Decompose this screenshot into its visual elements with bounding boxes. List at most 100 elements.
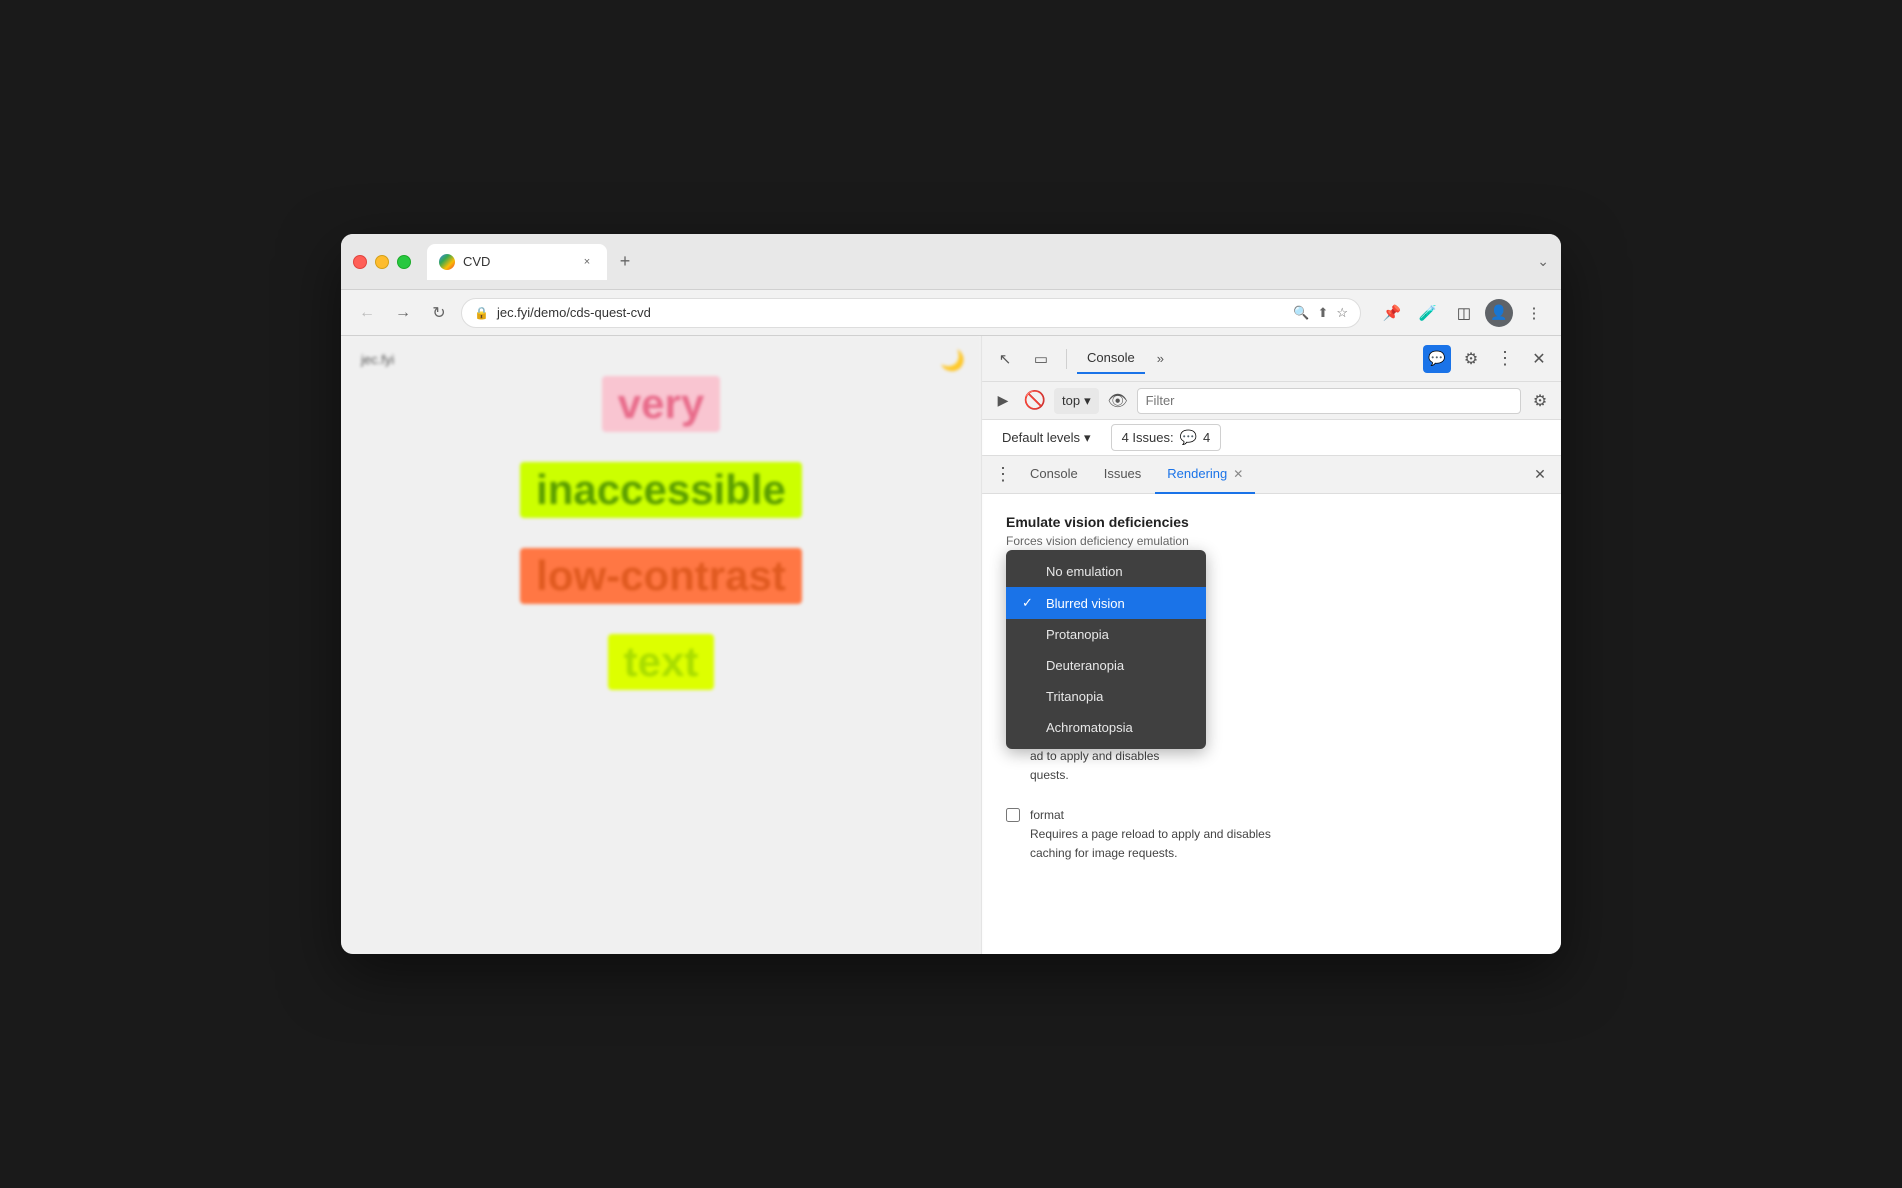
lab-icon[interactable]: 🧪 [1413,298,1443,328]
content-area: jec.fyi 🌙 very inaccessible low-contrast… [341,336,1561,954]
tritanopia-label: Tritanopia [1046,689,1103,704]
dropdown-item-blurred-vision[interactable]: ✓ Blurred vision [1006,587,1206,619]
tab-console-label: Console [1030,466,1078,481]
checkbox-2-desc: Requires a page reload to apply and disa… [1030,827,1271,860]
tab-issues[interactable]: Issues [1092,456,1154,494]
word-low-contrast: low-contrast [520,548,802,604]
checkbox-2[interactable] [1006,808,1020,822]
maximize-button[interactable] [397,255,411,269]
section-title: Emulate vision deficiencies [1006,514,1537,530]
more-tabs-button[interactable]: » [1151,351,1170,366]
tab-favicon [439,254,455,270]
tab-rendering-label: Rendering [1167,466,1227,481]
lock-icon: 🔒 [474,306,489,320]
issues-message-icon: 💬 [1180,429,1197,446]
tab-close-button[interactable]: × [579,254,595,270]
devtools-panel: ↖ ▭ Console » 💬 ⚙ ⋮ ✕ ▶ 🚫 top ▾ 👁 [981,336,1561,954]
checkbox-row-2: format Requires a page reload to apply a… [1006,806,1537,864]
context-label: top [1062,393,1080,408]
devtools-topbar: ↖ ▭ Console » 💬 ⚙ ⋮ ✕ [982,336,1561,382]
dropdown-item-deuteranopia[interactable]: Deuteranopia [1006,650,1206,681]
traffic-lights [353,255,411,269]
share-icon[interactable]: ⬆ [1317,305,1328,321]
browser-window: CVD × + ⌄ ← → ↻ 🔒 jec.fyi/demo/cds-quest… [341,234,1561,954]
forward-button[interactable]: → [389,299,417,327]
devtools-settings-icon[interactable]: ⚙ [1457,345,1485,373]
devtools-panel-close-icon[interactable]: ✕ [1527,462,1553,488]
no-emulation-label: No emulation [1046,564,1123,579]
devtools-close-icon[interactable]: ✕ [1525,345,1553,373]
search-icon[interactable]: 🔍 [1293,305,1309,321]
default-levels-button[interactable]: Default levels ▾ [994,426,1099,450]
word-text: text [608,634,715,690]
clear-button[interactable]: 🚫 [1022,388,1048,414]
browser-toolbar: 📌 🧪 ◫ 👤 ⋮ [1377,298,1549,328]
new-tab-button[interactable]: + [611,248,639,276]
context-arrow-icon: ▾ [1084,393,1091,409]
tab-issues-label: Issues [1104,466,1142,481]
device-toggle-icon[interactable]: ▭ [1026,344,1056,374]
split-icon[interactable]: ◫ [1449,298,1479,328]
console-main-tab[interactable]: Console [1077,344,1145,374]
separator [1066,349,1067,369]
execute-button[interactable]: ▶ [990,388,1016,414]
address-bar: ← → ↻ 🔒 jec.fyi/demo/cds-quest-cvd 🔍 ⬆ ☆… [341,290,1561,336]
live-expression-icon[interactable]: 👁 [1105,388,1131,414]
achromatopsia-label: Achromatopsia [1046,720,1133,735]
protanopia-label: Protanopia [1046,627,1109,642]
tab-menu-icon[interactable]: ⋮ [990,462,1016,488]
message-count-icon[interactable]: 💬 [1423,345,1451,373]
tab-rendering-close-icon[interactable]: ✕ [1233,467,1243,481]
extensions-icon[interactable]: 📌 [1377,298,1407,328]
dropdown-item-no-emulation[interactable]: No emulation [1006,556,1206,587]
site-label: jec.fyi [361,352,394,367]
context-selector[interactable]: top ▾ [1054,388,1099,414]
close-button[interactable] [353,255,367,269]
section-subtitle: Forces vision deficiency emulation [1006,534,1537,548]
title-bar-right: ⌄ [1537,253,1549,270]
refresh-button[interactable]: ↻ [425,299,453,327]
console-filter-input[interactable] [1137,388,1521,414]
word-inaccessible: inaccessible [520,462,802,518]
dropdown-item-achromatopsia[interactable]: Achromatopsia [1006,712,1206,743]
devtools-tabs-row: ⋮ Console Issues Rendering ✕ ✕ [982,456,1561,494]
devtools-levels-bar: Default levels ▾ 4 Issues: 💬 4 [982,420,1561,456]
default-levels-label: Default levels [1002,430,1080,445]
address-input[interactable]: 🔒 jec.fyi/demo/cds-quest-cvd 🔍 ⬆ ☆ [461,298,1361,328]
browser-tab[interactable]: CVD × [427,244,607,280]
back-button[interactable]: ← [353,299,381,327]
tab-title: CVD [463,254,490,269]
blurred-vision-check: ✓ [1022,595,1038,611]
console-settings-icon[interactable]: ⚙ [1527,388,1553,414]
deuteranopia-label: Deuteranopia [1046,658,1124,673]
checkbox-2-label: format [1030,808,1064,822]
title-bar: CVD × + ⌄ [341,234,1561,290]
tab-rendering[interactable]: Rendering ✕ [1155,456,1255,494]
theme-toggle[interactable]: 🌙 [940,348,965,373]
checkbox-2-text: format Requires a page reload to apply a… [1030,806,1271,864]
issues-count: 4 [1203,430,1210,445]
issues-badge[interactable]: 4 Issues: 💬 4 [1111,424,1222,451]
checkbox-1-desc: ad to apply and disablesquests. [1030,749,1159,782]
tab-console[interactable]: Console [1018,456,1090,494]
devtools-console-toolbar: ▶ 🚫 top ▾ 👁 ⚙ [982,382,1561,420]
issues-label: 4 Issues: [1122,430,1174,445]
emulation-dropdown: No emulation ✓ Blurred vision Protanopia… [1006,550,1206,749]
url-text: jec.fyi/demo/cds-quest-cvd [497,305,1285,320]
chevron-down-icon[interactable]: ⌄ [1537,253,1549,270]
more-options-icon[interactable]: ⋮ [1519,298,1549,328]
word-very: very [602,376,720,432]
devtools-more-icon[interactable]: ⋮ [1491,345,1519,373]
bookmark-icon[interactable]: ☆ [1336,305,1348,321]
dropdown-item-protanopia[interactable]: Protanopia [1006,619,1206,650]
webpage-content: jec.fyi 🌙 very inaccessible low-contrast… [341,336,981,954]
tab-bar: CVD × + [427,244,1529,280]
rendering-panel-content: Emulate vision deficiencies Forces visio… [982,494,1561,954]
address-action-icons: 🔍 ⬆ ☆ [1293,305,1348,321]
dropdown-item-tritanopia[interactable]: Tritanopia [1006,681,1206,712]
minimize-button[interactable] [375,255,389,269]
blurred-vision-label: Blurred vision [1046,596,1125,611]
select-element-icon[interactable]: ↖ [990,344,1020,374]
levels-dropdown-icon: ▾ [1084,430,1091,446]
profile-icon[interactable]: 👤 [1485,299,1513,327]
